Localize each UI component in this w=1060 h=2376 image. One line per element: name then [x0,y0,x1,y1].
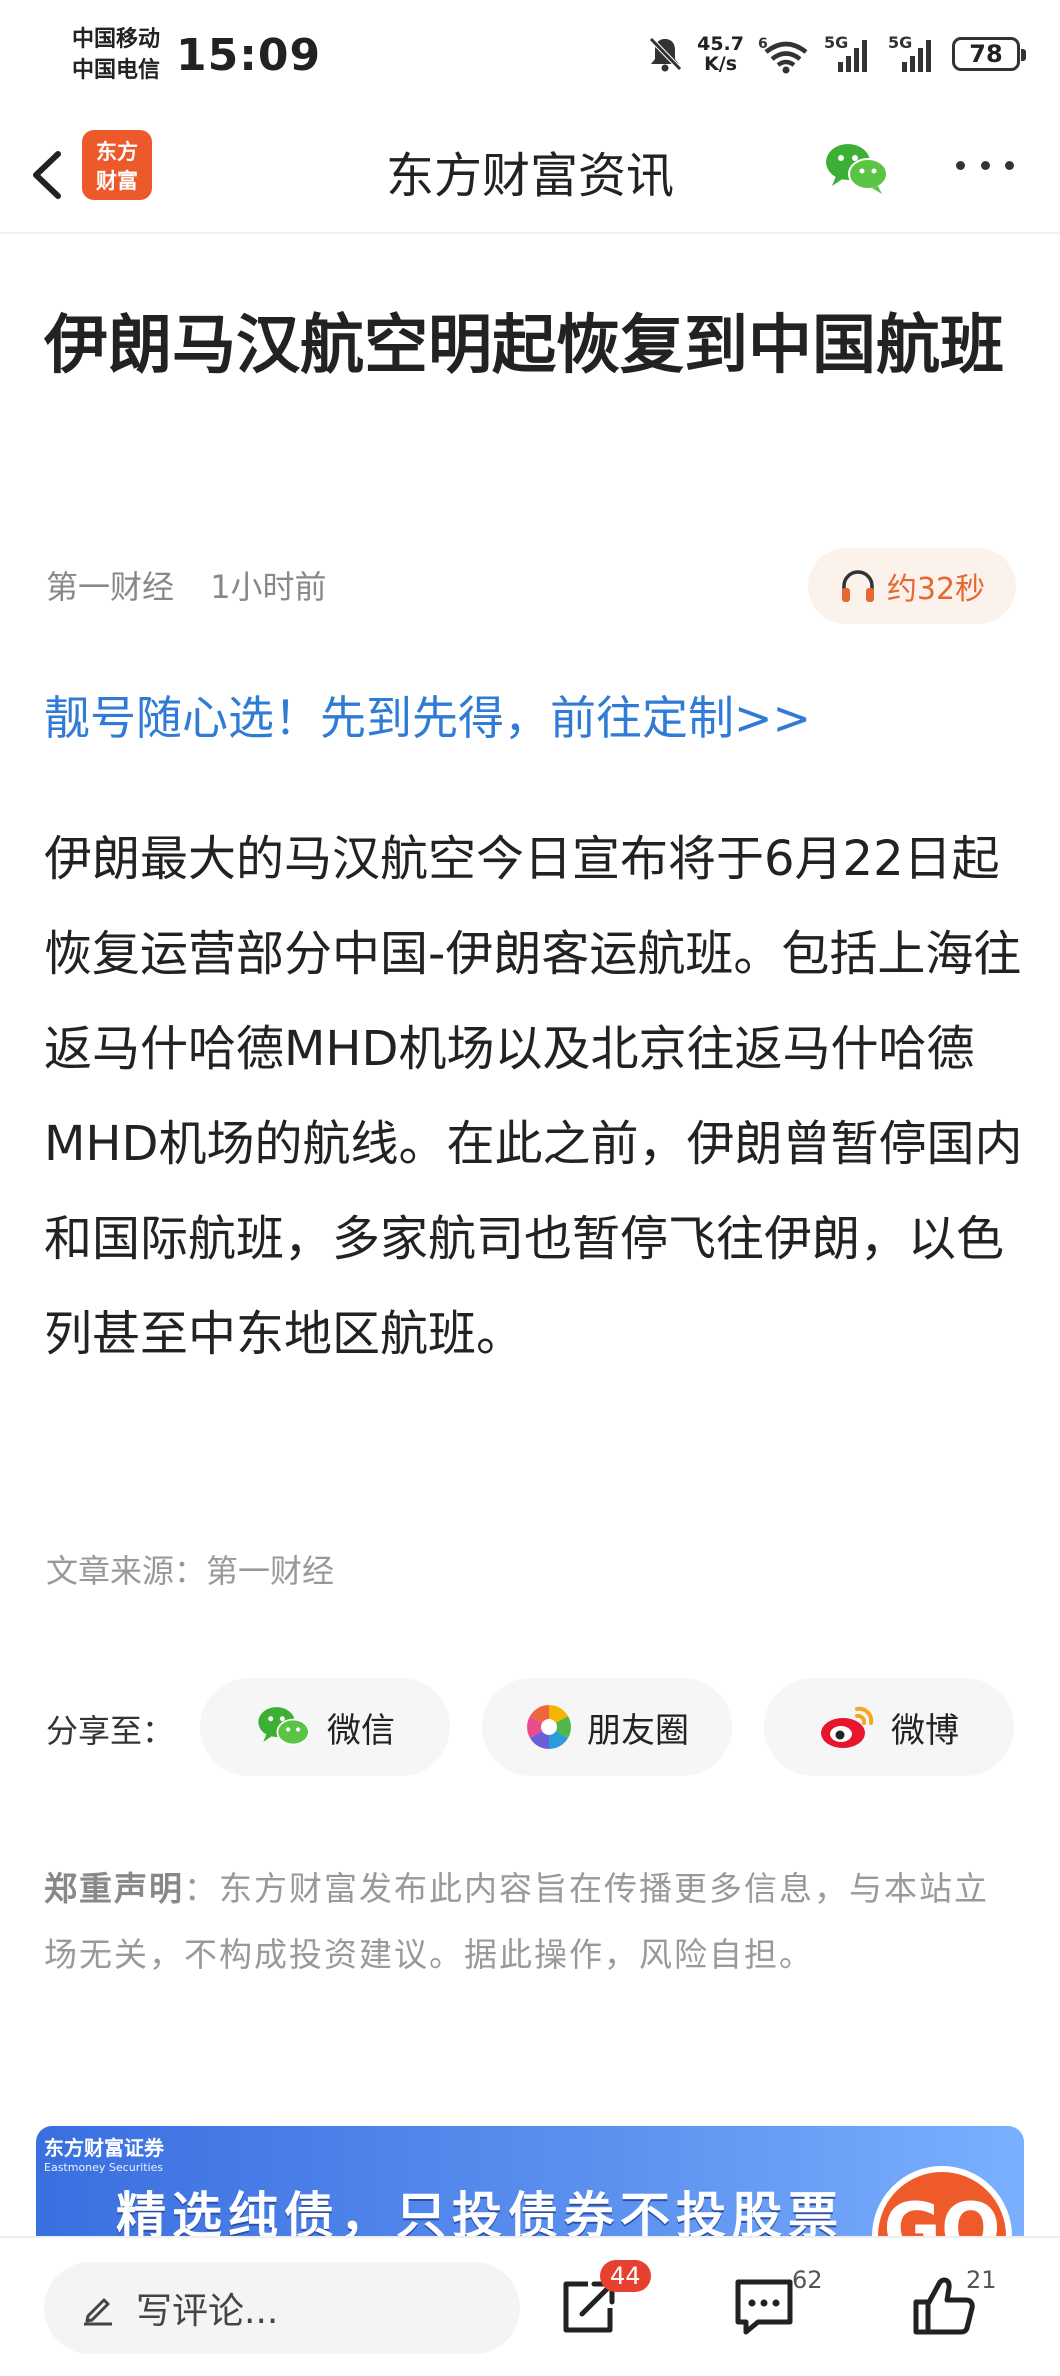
more-button[interactable] [950,140,1020,190]
like-count: 21 [966,2266,997,2294]
nav-bar: 东方 财富 东方财富资讯 [0,118,1060,234]
more-dots-icon [980,160,990,170]
moments-icon [527,1705,571,1749]
comment-count: 62 [792,2266,823,2294]
banner-go-button[interactable]: GO [872,2166,1012,2236]
share-weibo-button[interactable]: 微博 [764,1678,1014,1776]
wechat-icon [258,1707,310,1746]
status-bar: 中国移动 中国电信 15:09 45.7 K/s 6 5G 5G 78 [0,0,1060,118]
banner-brand-en: Eastmoney Securities [44,2161,164,2174]
audio-duration: 约32秒 [886,572,986,607]
share-moments-button[interactable]: 朋友圈 [482,1678,732,1776]
ad-banner[interactable]: 东方财富证券 Eastmoney Securities 精选纯债，只投债券不投股… [36,2126,1024,2236]
banner-brand-name: 东方财富证券 [44,2136,164,2160]
article-title: 伊朗马汉航空明起恢复到中国航班 [44,309,1004,383]
more-dots-icon [956,160,965,170]
banner-slogan: 精选纯债，只投债券不投股票 [116,2187,844,2236]
net-speed-value: 45.7 [697,33,744,55]
article-source-name[interactable]: 第一财经 [46,568,174,606]
battery-level: 78 [969,40,1003,68]
banner-brand: 东方财富证券 Eastmoney Securities [44,2132,164,2174]
signal-icon: 5G [824,34,867,72]
article-body: 伊朗最大的马汉航空今日宣布将于6月22日起恢复运营部分中国-伊朗客运航班。包括上… [44,831,1023,1362]
net-speed-unit: K/s [704,53,738,75]
signal-icon: 5G [888,34,931,72]
status-icons: 45.7 K/s 6 5G 5G 78 [647,34,1026,74]
share-weibo-label: 微博 [891,1710,959,1751]
carrier-1: 中国移动 [72,27,161,52]
comment-placeholder: 写评论... [136,2291,279,2332]
disclaimer-text: ：东方财富发布此内容旨在传播更多信息，与本站立场无关，不构成投资建议。据此操作，… [44,1869,989,1974]
pencil-icon [84,2298,112,2326]
weibo-icon [821,1706,874,1748]
share-moments-label: 朋友圈 [587,1710,689,1751]
mute-bell-icon [649,37,682,72]
disclaimer-heading: 郑重声明 [44,1869,184,1908]
headphones-icon [841,570,874,602]
page-title: 东方财富资讯 [385,148,674,204]
listen-audio-button[interactable]: 约32秒 [808,548,1016,624]
carrier-info: 中国移动 中国电信 [72,24,160,86]
status-clock: 15:09 [176,30,322,81]
share-count-badge: 44 [600,2260,651,2292]
share-wechat-label: 微信 [327,1710,395,1751]
battery-icon: 78 [952,37,1026,71]
wechat-icon [826,144,888,194]
article-time: 1小时前 [210,568,327,606]
carrier-2: 中国电信 [72,58,161,83]
article-source-line: 文章来源：第一财经 [46,1552,335,1590]
wechat-share-button[interactable] [822,138,892,198]
wifi-icon: 6 [758,36,808,74]
bottom-bar: 写评论... 44 62 21 [0,2236,1060,2376]
promo-link[interactable]: 靓号随心选！先到先得，前往定制>> [44,682,811,748]
net-speed: 45.7 K/s [697,34,744,74]
comment-input[interactable]: 写评论... [44,2262,520,2354]
signal-1-label: 5G [824,34,848,52]
signal-2-label: 5G [888,34,912,52]
share-label: 分享至： [46,1712,175,1750]
share-wechat-button[interactable]: 微信 [200,1678,450,1776]
article-meta: 第一财经 1小时前 [46,562,327,608]
more-dots-icon [1005,160,1014,170]
disclaimer: 郑重声明：东方财富发布此内容旨在传播更多信息，与本站立场无关，不构成投资建议。据… [44,1856,1004,1988]
